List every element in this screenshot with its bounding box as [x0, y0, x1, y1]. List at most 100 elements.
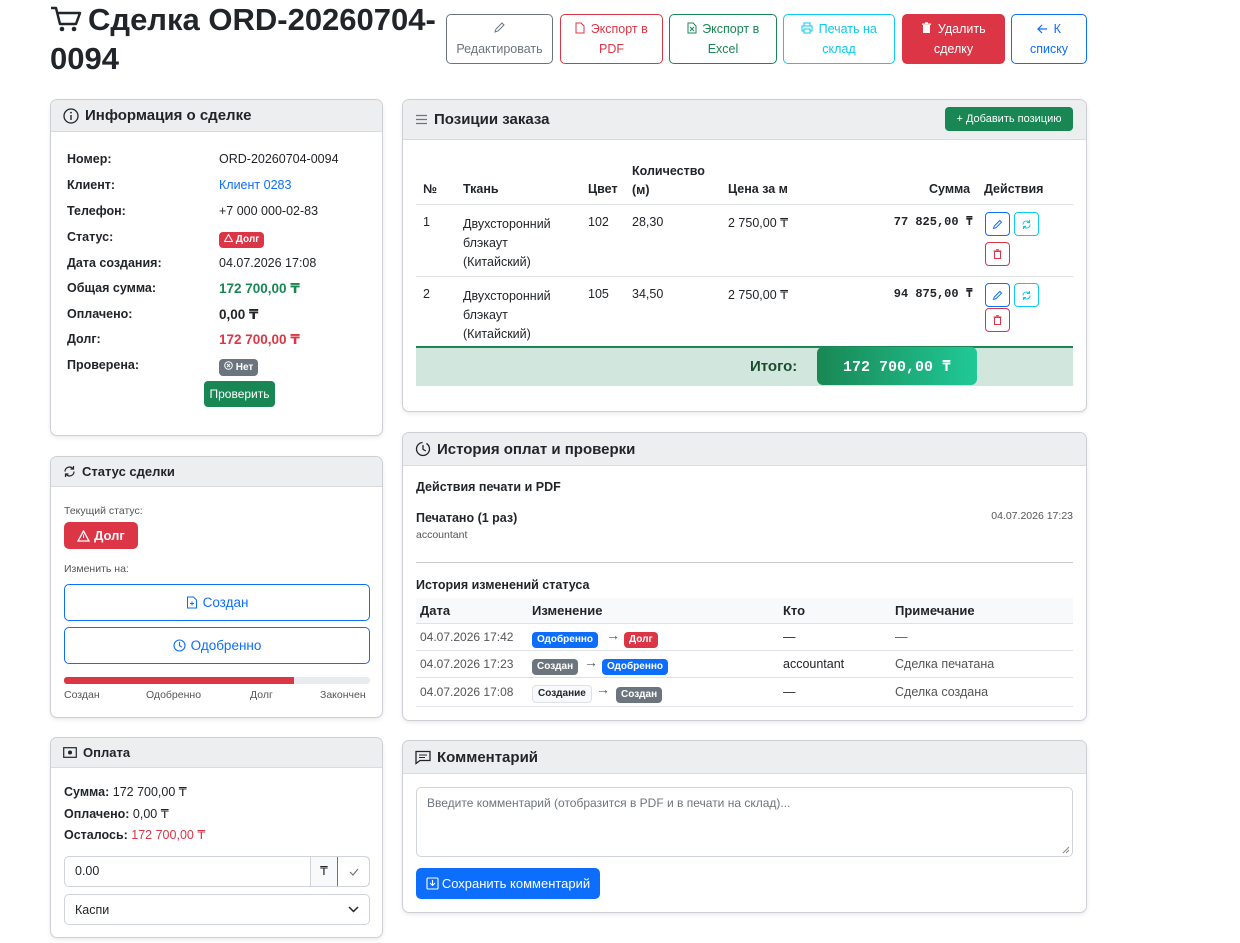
history-divider	[416, 562, 1073, 563]
save-icon	[426, 877, 439, 890]
delete-item-button[interactable]	[985, 242, 1010, 266]
payment-submit-button[interactable]	[337, 857, 369, 886]
file-pdf-icon	[575, 21, 585, 40]
current-status-label: Текущий статус:	[64, 505, 143, 517]
step-approved: Одобренно	[146, 689, 202, 701]
list-icon	[416, 114, 427, 125]
print-user: accountant	[416, 529, 468, 541]
info-row-verified: Проверена: Нет	[67, 358, 259, 376]
page-title: Сделка ORD-20260704-0094	[50, 2, 436, 76]
history-row: 04.07.2026 17:42 Одобренно → Долг — —	[416, 624, 1073, 651]
client-link[interactable]: Клиент 0283	[219, 178, 291, 192]
payment-card: Оплата Сумма: 172 700,00 ₸ Оплачено: 0,0…	[50, 737, 383, 938]
deal-info-card: Информация о сделке Номер: ORD-20260704-…	[50, 99, 383, 436]
history-table-head: Дата Изменение Кто Примечание	[416, 598, 1073, 624]
warning-icon	[77, 529, 91, 542]
status-badge: Долг	[219, 232, 265, 248]
history-card: История оплат и проверки Действия печати…	[402, 432, 1087, 721]
add-item-button[interactable]: + Добавить позицию	[945, 107, 1073, 131]
cart-icon	[50, 5, 82, 41]
pencil-icon	[992, 290, 1003, 300]
resize-handle-icon[interactable]	[1062, 846, 1070, 854]
info-icon	[63, 107, 79, 124]
arrow-right-icon: →	[606, 627, 620, 643]
history-header: История оплат и проверки	[403, 433, 1086, 466]
arrow-repeat-icon	[1022, 219, 1031, 229]
pencil-icon	[493, 21, 505, 40]
print-section-title: Действия печати и PDF	[416, 480, 561, 494]
deal-status-card: Статус сделки Текущий статус: Долг Измен…	[50, 456, 383, 718]
edit-item-button[interactable]	[985, 212, 1010, 236]
clock-icon	[173, 639, 186, 652]
total-row: Итого: 172 700,00 ₸	[416, 346, 1073, 386]
col-color: Цвет	[588, 182, 618, 196]
payment-header: Оплата	[51, 738, 382, 768]
status-progress-fill	[64, 677, 294, 684]
export-pdf-button[interactable]: Экспорт в PDF	[560, 14, 663, 64]
file-plus-icon	[186, 596, 197, 609]
col-quantity: Количество (м)	[632, 164, 705, 197]
col-number: №	[423, 182, 437, 196]
comment-card: Комментарий Введите комментарий (отобраз…	[402, 740, 1087, 913]
history-row: 04.07.2026 17:23 Создан → Одобренно acco…	[416, 651, 1073, 678]
info-row-status: Статус: Долг	[67, 230, 265, 248]
file-excel-icon	[687, 21, 697, 40]
payment-method-select[interactable]: Каспи	[64, 894, 370, 925]
col-price: Цена за м	[728, 182, 788, 196]
info-row-debt: Долг: 172 700,00 ₸	[67, 332, 300, 347]
info-row-client: Клиент: Клиент 0283	[67, 178, 292, 192]
verify-button[interactable]: Проверить	[204, 381, 275, 407]
warning-icon	[223, 233, 234, 242]
status-option-created[interactable]: Создан	[64, 584, 370, 621]
payment-sum: Сумма: 172 700,00 ₸	[64, 785, 187, 799]
step-created: Создан	[64, 689, 100, 701]
history-row: 04.07.2026 17:08 Создание → Создан — Сде…	[416, 678, 1073, 707]
export-excel-button[interactable]: Экспорт в Excel	[669, 14, 777, 64]
status-history-title: История изменений статуса	[416, 578, 590, 592]
info-row-number: Номер: ORD-20260704-0094	[67, 152, 339, 166]
chevron-down-icon	[348, 906, 359, 913]
info-row-total: Общая сумма: 172 700,00 ₸	[67, 281, 300, 296]
delete-item-button[interactable]	[985, 308, 1010, 332]
arrow-left-icon	[1037, 21, 1048, 40]
edit-button[interactable]: Редактировать	[446, 14, 553, 64]
print-event: Печатано (1 раз)	[416, 511, 518, 525]
pencil-icon	[992, 219, 1003, 229]
chat-text-icon	[415, 750, 431, 765]
x-circle-icon	[224, 361, 233, 370]
step-debt: Долг	[250, 689, 273, 701]
col-fabric: Ткань	[463, 182, 499, 196]
delete-deal-button[interactable]: Удалить сделку	[902, 14, 1005, 64]
print-warehouse-button[interactable]: Печать на склад	[783, 14, 895, 64]
change-to-label: Изменить на:	[64, 563, 129, 575]
change-item-button[interactable]	[1014, 283, 1039, 307]
total-value: 172 700,00 ₸	[817, 347, 977, 385]
currency-addon: ₸	[310, 857, 337, 886]
back-to-list-button[interactable]: К списку	[1011, 14, 1087, 64]
trash-icon	[921, 21, 932, 40]
arrow-repeat-icon	[64, 466, 75, 477]
comment-header: Комментарий	[403, 741, 1086, 774]
status-option-approved[interactable]: Одобренно	[64, 627, 370, 664]
step-finished: Закончен	[320, 689, 366, 701]
deal-status-header: Статус сделки	[51, 457, 382, 487]
change-item-button[interactable]	[1014, 212, 1039, 236]
info-row-paid: Оплачено: 0,00 ₸	[67, 307, 259, 322]
info-row-phone: Телефон: +7 000 000-02-83	[67, 204, 319, 218]
table-row: 2 Двухсторонний блэкаут (Китайский) 105 …	[403, 277, 1086, 347]
verified-badge: Нет	[219, 359, 259, 376]
arrow-repeat-icon	[1022, 290, 1031, 300]
print-time: 04.07.2026 17:23	[991, 510, 1073, 522]
edit-item-button[interactable]	[985, 283, 1010, 307]
info-row-created: Дата создания: 04.07.2026 17:08	[67, 256, 317, 270]
trash-icon	[993, 315, 1002, 325]
comment-textarea[interactable]: Введите комментарий (отобразится в PDF и…	[416, 787, 1073, 857]
clock-history-icon	[415, 441, 431, 457]
col-sum: Сумма	[929, 182, 971, 196]
cash-icon	[63, 747, 77, 758]
table-row: 1 Двухсторонний блэкаут (Китайский) 102 …	[403, 205, 1086, 276]
current-status-badge: Долг	[64, 522, 138, 549]
save-comment-button[interactable]: Сохранить комментарий	[416, 868, 600, 899]
payment-amount-input[interactable]: 0.00	[65, 857, 310, 886]
status-progress-bar	[64, 677, 370, 684]
